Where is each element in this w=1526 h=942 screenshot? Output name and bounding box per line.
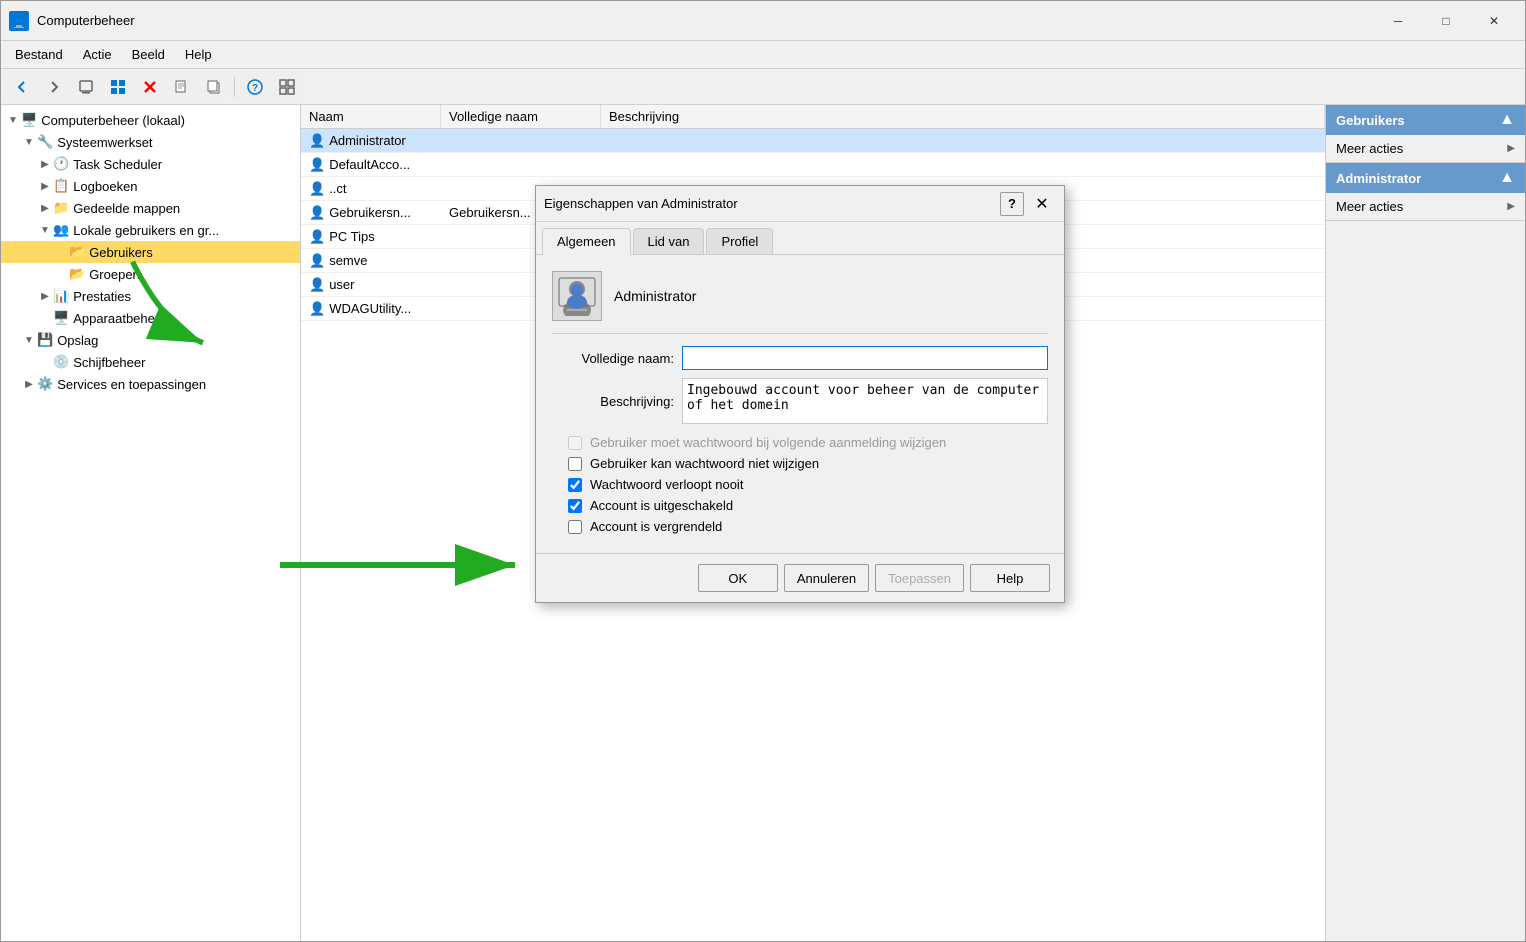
user-avatar <box>552 271 602 321</box>
copy-button[interactable] <box>199 73 229 101</box>
tree-item-schijfbeheer[interactable]: 💿 Schijfbeheer <box>1 351 300 373</box>
dialog-help-button[interactable]: ? <box>1000 192 1024 216</box>
tree-item-apparaatbeheer[interactable]: 🖥️ Apparaatbeheer <box>1 307 300 329</box>
tab-profiel[interactable]: Profiel <box>706 228 773 254</box>
checkbox-row-aanmelding: Gebruiker moet wachtwoord bij volgende a… <box>552 432 1048 453</box>
show-button[interactable] <box>103 73 133 101</box>
checkbox-row-uitgeschakeld: Account is uitgeschakeld <box>552 495 1048 516</box>
user-display-name: Administrator <box>614 288 696 304</box>
user-profile-section: Administrator <box>552 271 1048 334</box>
checkbox-row-wachtwoord-niet: Gebruiker kan wachtwoord niet wijzigen <box>552 453 1048 474</box>
stop-button[interactable] <box>135 73 165 101</box>
toepassen-button[interactable]: Toepassen <box>875 564 964 592</box>
checkbox-vergrendeld[interactable] <box>568 520 582 534</box>
tree-item-gebruikers[interactable]: 📂 Gebruikers <box>1 241 300 263</box>
tree-item-task-scheduler[interactable]: ▶ 🕐 Task Scheduler <box>1 153 300 175</box>
tree-item-groepen[interactable]: 📂 Groepen <box>1 263 300 285</box>
acties-header-gebruikers: Gebruikers ▲ <box>1326 105 1525 135</box>
window-controls: ─ □ ✕ <box>1375 5 1517 37</box>
input-volledige-naam[interactable] <box>682 346 1048 370</box>
tree-item-root[interactable]: ▼ 🖥️ Computerbeheer (lokaal) <box>1 109 300 131</box>
checkbox-verloopt-nooit[interactable] <box>568 478 582 492</box>
help-bottom-button[interactable]: Help <box>970 564 1050 592</box>
minimize-button[interactable]: ─ <box>1375 5 1421 37</box>
dialog-title: Eigenschappen van Administrator <box>544 196 1000 211</box>
label-volledige-naam: Volledige naam: <box>552 351 682 366</box>
expand-icon[interactable]: ▼ <box>5 112 21 128</box>
dialog: Eigenschappen van Administrator ? ✕ Alge… <box>535 185 1065 603</box>
checkbox-uitgeschakeld[interactable] <box>568 499 582 513</box>
tab-lid-van[interactable]: Lid van <box>633 228 705 254</box>
dialog-footer: OK Annuleren Toepassen Help <box>536 553 1064 602</box>
acties-collapse-admin[interactable]: ▲ <box>1499 169 1515 187</box>
right-panel: Gebruikers ▲ Meer acties ▶ Administrator… <box>1325 105 1525 941</box>
up-button[interactable] <box>71 73 101 101</box>
close-button[interactable]: ✕ <box>1471 5 1517 37</box>
window-title: Computerbeheer <box>37 13 1375 28</box>
acties-arrow-icon: ▶ <box>1507 143 1515 154</box>
export-button[interactable] <box>167 73 197 101</box>
tree-item-services[interactable]: ▶ ⚙️ Services en toepassingen <box>1 373 300 395</box>
col-header-volledig[interactable]: Volledige naam <box>441 105 601 128</box>
svg-text:?: ? <box>252 83 258 94</box>
checkbox-row-verloopt-nooit: Wachtwoord verloopt nooit <box>552 474 1048 495</box>
tree-item-prestaties[interactable]: ▶ 📊 Prestaties <box>1 285 300 307</box>
menu-actie[interactable]: Actie <box>73 43 122 66</box>
tree-item-logboeken[interactable]: ▶ 📋 Logboeken <box>1 175 300 197</box>
checkbox-aanmelding[interactable] <box>568 436 582 450</box>
col-header-naam[interactable]: Naam <box>301 105 441 128</box>
menu-help[interactable]: Help <box>175 43 222 66</box>
menu-bestand[interactable]: Bestand <box>5 43 73 66</box>
acties-meer-acties-2[interactable]: Meer acties ▶ <box>1326 193 1525 220</box>
menu-bar: Bestand Actie Beeld Help <box>1 41 1525 69</box>
menu-beeld[interactable]: Beeld <box>122 43 175 66</box>
tree-panel: ▼ 🖥️ Computerbeheer (lokaal) ▼ 🔧 Systeem… <box>1 105 301 941</box>
tree-item-gedeelde-mappen[interactable]: ▶ 📁 Gedeelde mappen <box>1 197 300 219</box>
forward-button[interactable] <box>39 73 69 101</box>
annuleren-button[interactable]: Annuleren <box>784 564 869 592</box>
maximize-button[interactable]: □ <box>1423 5 1469 37</box>
checkbox-wachtwoord-niet-wijzigen[interactable] <box>568 457 582 471</box>
list-item-administrator[interactable]: 👤Administrator <box>301 129 1325 153</box>
app-icon <box>9 11 29 31</box>
help-button[interactable]: ? <box>240 73 270 101</box>
tab-algemeen[interactable]: Algemeen <box>542 228 631 255</box>
back-button[interactable] <box>7 73 37 101</box>
list-header: Naam Volledige naam Beschrijving <box>301 105 1325 129</box>
acties-section-administrator: Administrator ▲ Meer acties ▶ <box>1326 163 1525 221</box>
acties-section-gebruikers: Gebruikers ▲ Meer acties ▶ <box>1326 105 1525 163</box>
dialog-title-bar: Eigenschappen van Administrator ? ✕ <box>536 186 1064 222</box>
tree-item-systeemwerkset[interactable]: ▼ 🔧 Systeemwerkset <box>1 131 300 153</box>
dialog-body: Administrator Volledige naam: Beschrijvi… <box>536 255 1064 553</box>
col-header-beschrijving[interactable]: Beschrijving <box>601 105 1325 128</box>
dialog-close-button[interactable]: ✕ <box>1028 190 1056 218</box>
toolbar: ? <box>1 69 1525 105</box>
acties-meer-acties-1[interactable]: Meer acties ▶ <box>1326 135 1525 162</box>
title-bar: Computerbeheer ─ □ ✕ <box>1 1 1525 41</box>
acties-arrow-icon-2: ▶ <box>1507 201 1515 212</box>
acties-header-administrator: Administrator ▲ <box>1326 163 1525 193</box>
form-row-naam: Volledige naam: <box>552 346 1048 370</box>
list-item-defaultacco[interactable]: 👤DefaultAcco... <box>301 153 1325 177</box>
tree-item-opslag[interactable]: ▼ 💾 Opslag <box>1 329 300 351</box>
input-beschrijving[interactable]: Ingebouwd account voor beheer van de com… <box>682 378 1048 424</box>
label-beschrijving: Beschrijving: <box>552 394 682 409</box>
checkbox-row-vergrendeld: Account is vergrendeld <box>552 516 1048 537</box>
ok-button[interactable]: OK <box>698 564 778 592</box>
dialog-tabs: Algemeen Lid van Profiel <box>536 222 1064 255</box>
form-row-beschrijving: Beschrijving: Ingebouwd account voor beh… <box>552 378 1048 424</box>
tree-item-lokale-gebruikers[interactable]: ▼ 👥 Lokale gebruikers en gr... <box>1 219 300 241</box>
grid-button[interactable] <box>272 73 302 101</box>
acties-collapse-gebruikers[interactable]: ▲ <box>1499 111 1515 129</box>
